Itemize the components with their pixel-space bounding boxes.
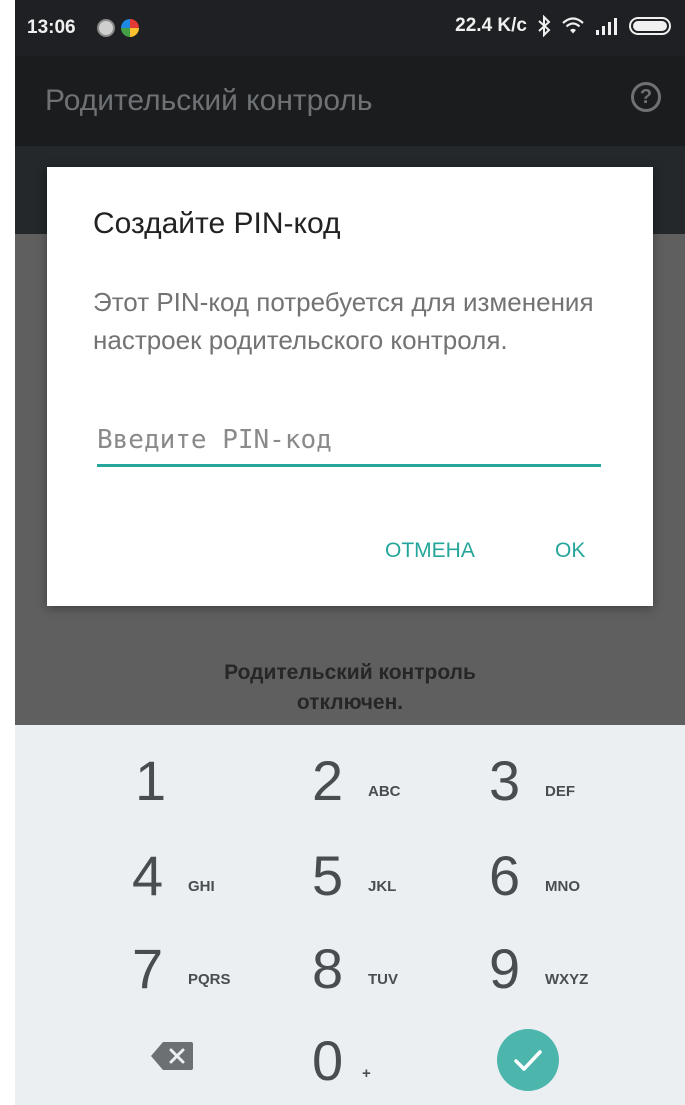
key-9[interactable]: 9 WXYZ [477, 933, 657, 1023]
dialog-message: Этот PIN-код потребуется для изменения н… [93, 287, 594, 355]
key-8[interactable]: 8 TUV [300, 933, 480, 1023]
cancel-button[interactable]: ОТМЕНА [385, 539, 475, 563]
backspace-icon[interactable] [149, 1040, 195, 1072]
key-2[interactable]: 2 ABC [300, 745, 480, 835]
key-letters: WXYZ [545, 971, 589, 988]
key-digit: 5 [312, 844, 344, 907]
key-letters: JKL [368, 878, 397, 895]
key-digit: 3 [489, 749, 521, 812]
dialog-title: Создайте PIN-код [93, 207, 341, 240]
key-6[interactable]: 6 MNO [477, 840, 657, 930]
key-digit: 1 [135, 749, 167, 812]
key-digit: 0 [312, 1029, 344, 1092]
network-speed: 22.4 K/c [455, 15, 527, 36]
help-icon[interactable]: ? [631, 82, 661, 112]
done-button[interactable] [497, 1029, 559, 1091]
key-digit: 7 [132, 937, 164, 1000]
key-letters: PQRS [188, 971, 231, 988]
status-line-1: Родительский контроль [224, 661, 476, 684]
key-letters: DEF [545, 783, 575, 800]
status-time: 13:06 [27, 17, 76, 38]
key-letters: + [362, 1065, 371, 1082]
wifi-icon [562, 17, 584, 34]
checkmark-icon [514, 1050, 542, 1071]
key-digit: 4 [132, 844, 164, 907]
app-title: Родительский контроль [45, 84, 373, 117]
key-3[interactable]: 3 DEF [477, 745, 657, 835]
app-notification-icon [121, 19, 139, 37]
battery-icon [629, 17, 671, 35]
key-digit: 8 [312, 937, 344, 1000]
key-letters: MNO [545, 878, 580, 895]
bluetooth-icon [538, 15, 551, 37]
key-digit: 2 [312, 749, 344, 812]
key-1[interactable]: 1 [120, 745, 300, 835]
ok-button[interactable]: OK [555, 539, 585, 563]
create-pin-dialog: Создайте PIN-код Этот PIN-код потребуетс… [47, 167, 653, 606]
phone-screen: 13:06 22.4 K/c Родительский контроль ? Р… [15, 0, 685, 1105]
key-letters: TUV [368, 971, 398, 988]
key-letters: GHI [188, 878, 215, 895]
key-4[interactable]: 4 GHI [120, 840, 300, 930]
parental-control-status: Родительский контроль отключен. [15, 658, 685, 718]
notification-icon [97, 19, 115, 37]
app-bar: Родительский контроль ? [15, 56, 685, 146]
signal-icon [596, 18, 617, 35]
pin-input[interactable] [97, 421, 601, 467]
numeric-keypad: 1 2 ABC 3 DEF 4 GHI 5 JKL 6 MNO 7 PQRS 8 [15, 725, 685, 1105]
key-0[interactable]: 0 + [300, 1025, 480, 1105]
key-digit: 9 [489, 937, 521, 1000]
key-7[interactable]: 7 PQRS [120, 933, 300, 1023]
status-bar: 13:06 22.4 K/c [15, 0, 685, 56]
status-line-2: отключен. [296, 691, 404, 714]
key-5[interactable]: 5 JKL [300, 840, 480, 930]
key-letters: ABC [368, 783, 401, 800]
key-digit: 6 [489, 844, 521, 907]
status-right: 22.4 K/c [455, 15, 671, 37]
